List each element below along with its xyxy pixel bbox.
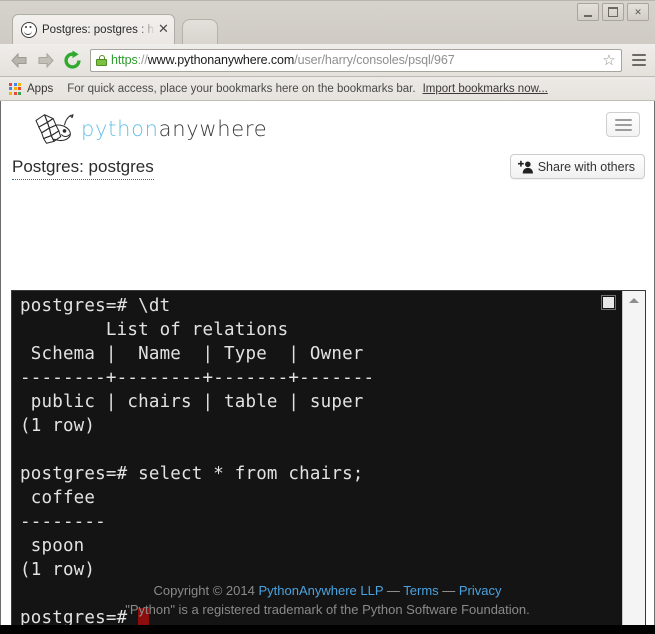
- reload-button[interactable]: [58, 47, 86, 73]
- footer-copyright-line: Copyright © 2014 PythonAnywhere LLP — Te…: [1, 581, 654, 600]
- logo-wordmark: pythonanywhere: [81, 117, 267, 141]
- share-button-label: Share with others: [537, 159, 635, 174]
- url-text: https://www.pythonanywhere.com/user/harr…: [111, 53, 598, 67]
- url-bar[interactable]: https://www.pythonanywhere.com/user/harr…: [90, 48, 622, 72]
- new-tab-button[interactable]: [182, 19, 218, 45]
- maximize-button[interactable]: [602, 3, 624, 21]
- terms-link[interactable]: Terms: [403, 583, 438, 598]
- scroll-up-arrow-icon[interactable]: [623, 292, 645, 309]
- url-separator: ://: [137, 53, 148, 67]
- window-controls: ✕: [577, 3, 649, 21]
- console-terminal[interactable]: postgres=# \dt List of relations Schema …: [11, 290, 646, 625]
- share-with-others-button[interactable]: Share with others: [509, 154, 645, 179]
- browser-tab[interactable]: Postgres: postgres : harry ✕: [12, 14, 175, 45]
- url-scheme: https: [111, 53, 138, 67]
- site-header: pythonanywhere: [1, 101, 654, 155]
- copyright-text: Copyright © 2014: [153, 583, 259, 598]
- reload-icon: [63, 49, 81, 69]
- terminal-text: postgres=# \dt List of relations Schema …: [20, 296, 375, 625]
- python-console-favicon-icon: [21, 22, 37, 38]
- console-header: Postgres: postgres Share with others: [1, 154, 654, 188]
- tab-title: Postgres: postgres : harry: [42, 24, 155, 36]
- site-footer: Copyright © 2014 PythonAnywhere LLP — Te…: [1, 581, 654, 625]
- lock-icon: [96, 54, 107, 67]
- privacy-link[interactable]: Privacy: [459, 583, 502, 598]
- footer-trademark-line: "Python" is a registered trademark of th…: [125, 602, 530, 617]
- console-title[interactable]: Postgres: postgres: [12, 157, 154, 180]
- pythonanywhere-llp-link[interactable]: PythonAnywhere LLP: [258, 583, 383, 598]
- terminal-output-area[interactable]: postgres=# \dt List of relations Schema …: [12, 291, 622, 625]
- navbar-toggle-button[interactable]: [606, 112, 640, 137]
- pythonanywhere-logo[interactable]: pythonanywhere: [32, 110, 267, 148]
- browser-titlebar: ✕ Postgres: postgres : harry ✕: [0, 0, 655, 45]
- apps-label[interactable]: Apps: [27, 83, 53, 95]
- tab-strip: Postgres: postgres : harry ✕: [0, 14, 580, 45]
- page-content: pythonanywhere Postgres: postgres Share …: [0, 101, 655, 625]
- add-person-icon: [517, 160, 533, 174]
- browser-window: ✕ Postgres: postgres : harry ✕: [0, 0, 655, 634]
- minimize-button[interactable]: [577, 3, 599, 21]
- hamburger-icon: [632, 53, 646, 57]
- import-bookmarks-link[interactable]: Import bookmarks now...: [423, 83, 548, 95]
- forward-arrow-icon: [38, 52, 54, 68]
- terminal-maximize-button[interactable]: [601, 295, 616, 310]
- bookmark-star-icon[interactable]: ☆: [601, 53, 617, 68]
- back-arrow-icon: [10, 52, 26, 68]
- logo-anywhere-text: anywhere: [158, 117, 268, 141]
- hamburger-icon: [614, 118, 632, 121]
- bookmarks-hint: For quick access, place your bookmarks h…: [67, 82, 416, 95]
- footer-dash-2: —: [438, 583, 459, 598]
- close-icon: ✕: [634, 6, 642, 17]
- browser-menu-button[interactable]: [629, 49, 649, 71]
- terminal-scrollbar[interactable]: [622, 291, 645, 625]
- back-button[interactable]: [6, 48, 32, 72]
- logo-python-text: python: [81, 117, 159, 141]
- url-path: /user/harry/consoles/psql/967: [294, 53, 455, 67]
- footer-dash-1: —: [383, 583, 404, 598]
- bookmarks-bar: Apps For quick access, place your bookma…: [0, 77, 655, 101]
- tab-close-icon[interactable]: ✕: [157, 23, 170, 36]
- minimize-icon: [578, 4, 598, 20]
- origami-whale-logo-icon: [35, 114, 74, 144]
- forward-button[interactable]: [32, 48, 58, 72]
- url-host: www.pythonanywhere.com: [147, 53, 295, 67]
- browser-toolbar: https://www.pythonanywhere.com/user/harr…: [0, 44, 655, 77]
- apps-grid-icon[interactable]: [9, 82, 21, 95]
- close-window-button[interactable]: ✕: [627, 3, 649, 21]
- maximize-icon: [603, 4, 623, 20]
